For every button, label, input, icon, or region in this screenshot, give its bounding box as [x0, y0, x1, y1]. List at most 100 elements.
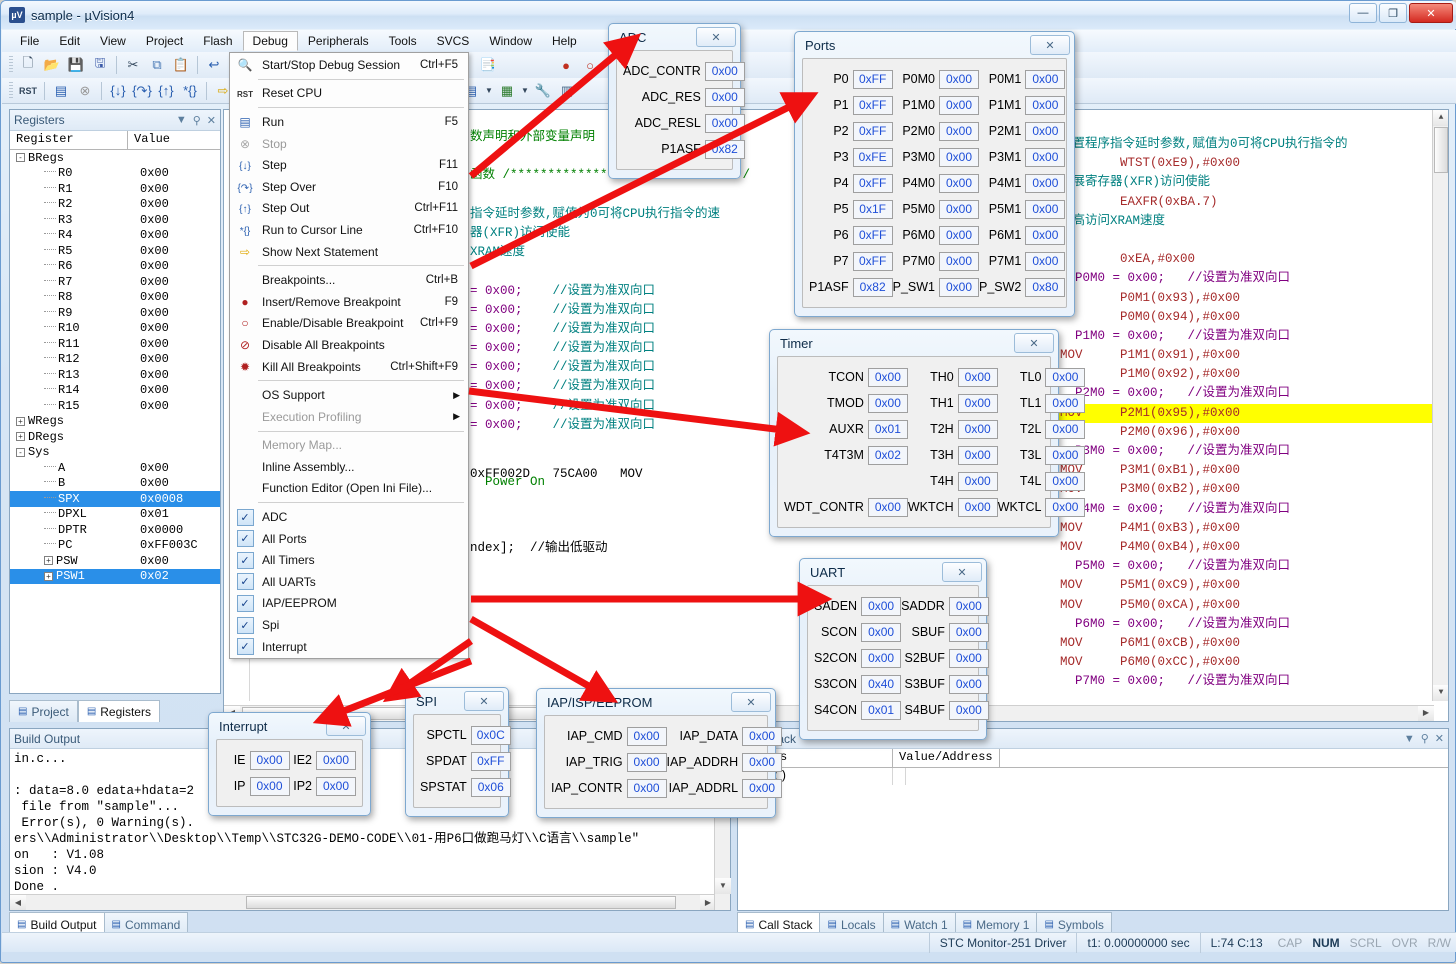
- register-field[interactable]: TCON0x00: [784, 364, 908, 390]
- debug-menu-item-run[interactable]: ▤RunF5: [230, 111, 468, 133]
- code-line[interactable]: [464, 262, 824, 281]
- register-field[interactable]: ADC_CONTR0x00: [623, 58, 745, 84]
- debug-menu-item-show-next-statement[interactable]: ⇨Show Next Statement: [230, 241, 468, 263]
- register-field[interactable]: P2M00x00: [893, 118, 979, 144]
- scroll-down-icon[interactable]: ▼: [1433, 685, 1449, 701]
- menu-window[interactable]: Window: [479, 31, 542, 51]
- debug-menu-item-adc[interactable]: ✓ADC: [230, 506, 468, 528]
- register-row[interactable]: DPTR0x0000: [10, 522, 220, 538]
- code-line[interactable]: MOV P2M0(0x96),#0x00: [1054, 423, 1449, 442]
- field-value[interactable]: 0x00: [1045, 368, 1085, 387]
- register-row[interactable]: B0x00: [10, 476, 220, 492]
- code-line[interactable]: P0M1(0x93),#0x00: [1054, 289, 1449, 308]
- field-value[interactable]: 0x00: [1045, 446, 1085, 465]
- register-field[interactable]: IP0x00: [223, 773, 290, 799]
- register-field[interactable]: S2CON0x00: [814, 645, 901, 671]
- debug-menu-item-iap-eeprom[interactable]: ✓IAP/EEPROM: [230, 593, 468, 615]
- register-field[interactable]: SCON0x00: [814, 619, 901, 645]
- register-field[interactable]: T3H0x00: [908, 442, 998, 468]
- field-value[interactable]: 0x00: [1045, 420, 1085, 439]
- target-select-icon[interactable]: ▦: [495, 80, 519, 102]
- debug-menu-item-spi[interactable]: ✓Spi: [230, 614, 468, 636]
- register-row[interactable]: +PSW0x00: [10, 553, 220, 569]
- debug-menu-item-function-editor-open-ini-file[interactable]: Function Editor (Open Ini File)...: [230, 478, 468, 500]
- copy-icon[interactable]: ⧉: [145, 54, 169, 76]
- register-row[interactable]: SPX0x0008: [10, 491, 220, 507]
- debug-menu-popup[interactable]: 🔍Start/Stop Debug SessionCtrl+F5RSTReset…: [229, 52, 469, 659]
- register-field[interactable]: P60xFF: [809, 222, 893, 248]
- field-value[interactable]: 0xFF: [853, 70, 893, 89]
- register-field[interactable]: SADDR0x00: [901, 593, 989, 619]
- field-value[interactable]: 0x00: [742, 727, 782, 746]
- register-field[interactable]: SADEN0x00: [814, 593, 901, 619]
- field-value[interactable]: 0x00: [1045, 472, 1085, 491]
- register-row[interactable]: R70x00: [10, 274, 220, 290]
- code-line[interactable]: [464, 186, 824, 205]
- vertical-scroll-thumb[interactable]: [1434, 127, 1448, 173]
- register-field[interactable]: S3CON0x40: [814, 671, 901, 697]
- iap-dialog[interactable]: IAP/ISP/EEPROM✕IAP_CMD0x00IAP_DATA0x00IA…: [536, 688, 776, 818]
- register-field[interactable]: P4M00x00: [893, 170, 979, 196]
- code-line[interactable]: 提高访问XRAM速度: [1054, 212, 1449, 231]
- undo-icon[interactable]: ↩: [202, 54, 226, 76]
- code-line[interactable]: 设置程序指令延时参数,赋值为0可将CPU执行指令的: [1054, 135, 1449, 154]
- register-field[interactable]: P7M00x00: [893, 248, 979, 274]
- register-field[interactable]: SBUF0x00: [901, 619, 989, 645]
- debug-menu-item-memory-map[interactable]: Memory Map...: [230, 435, 468, 457]
- debug-menu-item-start-stop-debug-session[interactable]: 🔍Start/Stop Debug SessionCtrl+F5: [230, 54, 468, 76]
- field-value[interactable]: 0x00: [949, 701, 989, 720]
- field-value[interactable]: 0xFF: [853, 122, 893, 141]
- code-line[interactable]: P6M0 = 0x00; //设置为准双向口: [1054, 615, 1449, 634]
- register-field[interactable]: IAP_CMD0x00: [551, 723, 667, 749]
- register-row[interactable]: R130x00: [10, 367, 220, 383]
- check-icon[interactable]: ✓: [237, 638, 254, 655]
- register-field[interactable]: T2L0x00: [998, 416, 1086, 442]
- close-icon[interactable]: ✕: [731, 692, 771, 712]
- field-value[interactable]: 0x00: [958, 420, 998, 439]
- register-field[interactable]: P2M10x00: [979, 118, 1065, 144]
- debug-menu-item-execution-profiling[interactable]: Execution Profiling▶: [230, 406, 468, 428]
- code-line[interactable]: MOV P4M1(0xB3),#0x00: [1054, 519, 1449, 538]
- field-value[interactable]: 0x00: [958, 394, 998, 413]
- breakpoint-hollow-icon[interactable]: ○: [578, 54, 602, 76]
- code-line[interactable]: MOV P4M0(0xB4),#0x00: [1054, 538, 1449, 557]
- menu-edit[interactable]: Edit: [49, 31, 90, 51]
- close-icon[interactable]: ✕: [942, 562, 982, 582]
- register-field[interactable]: P3M10x00: [979, 144, 1065, 170]
- menu-file[interactable]: File: [10, 31, 49, 51]
- register-field[interactable]: P70xFF: [809, 248, 893, 274]
- field-value[interactable]: 0x00: [939, 278, 979, 297]
- horizontal-scroll-thumb[interactable]: [246, 896, 676, 909]
- code-line[interactable]: P0M0(0x94),#0x00: [1054, 308, 1449, 327]
- field-value[interactable]: 0x1F: [853, 200, 893, 219]
- register-field[interactable]: P5M00x00: [893, 196, 979, 222]
- code-line[interactable]: MOV P2M1(0x95),#0x00: [1054, 404, 1449, 423]
- timer-dialog[interactable]: Timer✕TCON0x00TH00x00TL00x00TMOD0x00TH10…: [769, 329, 1059, 537]
- register-field[interactable]: WDT_CONTR0x00: [784, 494, 908, 520]
- dialog-titlebar[interactable]: Timer✕: [770, 330, 1058, 356]
- field-value[interactable]: 0x00: [1025, 122, 1065, 141]
- field-value[interactable]: 0x00: [949, 623, 989, 642]
- debug-menu-item-all-ports[interactable]: ✓All Ports: [230, 528, 468, 550]
- field-value[interactable]: 0x00: [1025, 252, 1065, 271]
- register-field[interactable]: T2H0x00: [908, 416, 998, 442]
- field-value[interactable]: 0x00: [627, 779, 667, 798]
- register-field[interactable]: P0M00x00: [893, 66, 979, 92]
- field-value[interactable]: 0xFF: [853, 252, 893, 271]
- checkbox-cell[interactable]: ✓: [232, 530, 258, 547]
- register-row[interactable]: R30x00: [10, 212, 220, 228]
- field-value[interactable]: 0x00: [939, 200, 979, 219]
- field-value[interactable]: 0x00: [250, 751, 290, 770]
- build-output-hscrollbar[interactable]: ◀ ▶: [10, 894, 716, 910]
- register-field[interactable]: WKTCL0x00: [998, 494, 1086, 520]
- register-row[interactable]: +WRegs: [10, 414, 220, 430]
- field-value[interactable]: 0x00: [949, 597, 989, 616]
- menu-help[interactable]: Help: [542, 31, 587, 51]
- field-value[interactable]: 0x00: [939, 122, 979, 141]
- code-line[interactable]: ndex]; //输出低驱动: [464, 539, 608, 558]
- register-field[interactable]: P00xFF: [809, 66, 893, 92]
- spi-dialog[interactable]: SPI✕SPCTL0x0CSPDAT0xFFSPSTAT0x06: [405, 687, 509, 817]
- close-button[interactable]: ✕: [1409, 3, 1453, 23]
- code-line[interactable]: MOV P6M1(0xCB),#0x00: [1054, 634, 1449, 653]
- register-row[interactable]: -BRegs: [10, 150, 220, 166]
